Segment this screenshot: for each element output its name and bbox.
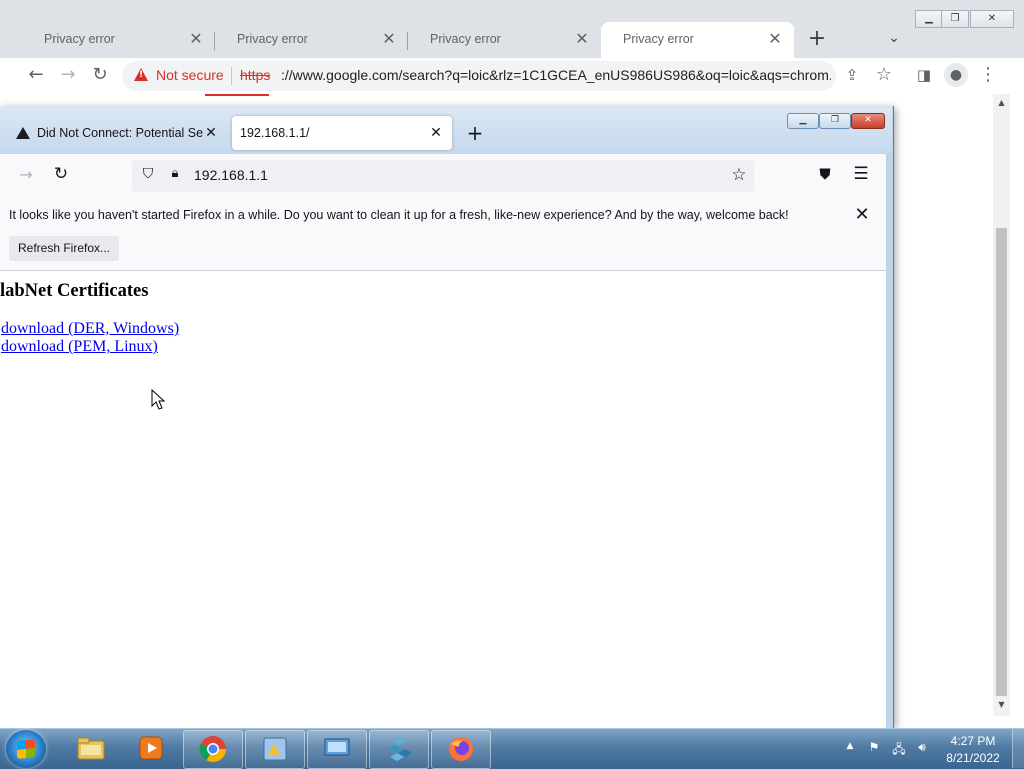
page-accent-line <box>205 94 269 96</box>
download-pem-link[interactable]: download (PEM, Linux) <box>1 338 158 356</box>
warning-icon[interactable] <box>134 68 148 81</box>
lock-icon[interactable]: 🔒︎ <box>166 166 184 184</box>
control-panel-icon <box>263 737 287 761</box>
chrome-tab-label: Privacy error <box>623 32 694 46</box>
warning-icon <box>16 127 30 139</box>
share-icon[interactable]: ⇪ <box>841 64 863 86</box>
new-tab-button[interactable]: + <box>806 28 828 50</box>
url-scheme: https <box>240 67 271 83</box>
scrollbar-thumb[interactable] <box>996 228 1007 696</box>
maximize-button[interactable]: ❐ <box>819 113 851 129</box>
chrome-tab-label: Privacy error <box>430 32 501 46</box>
omnibox-divider <box>231 67 232 85</box>
show-hidden-icons-icon[interactable]: ▲ <box>845 741 855 753</box>
action-center-flag-icon[interactable]: ⚑ <box>866 740 882 756</box>
kebab-menu-icon[interactable]: ⋮ <box>977 64 999 86</box>
chrome-tab[interactable]: Privacy error ✕ <box>408 22 601 58</box>
maximize-button[interactable]: ❐ <box>941 10 969 28</box>
clock-date[interactable]: 8/21/2022 <box>940 751 1006 765</box>
back-arrow-icon[interactable]: ← <box>25 64 47 86</box>
profile-icon[interactable]: ● <box>944 63 968 87</box>
refresh-firefox-button[interactable]: Refresh Firefox... <box>9 236 119 261</box>
shield-icon[interactable]: ⛉ <box>139 166 157 184</box>
chrome-tab-active[interactable]: Privacy error ✕ <box>601 22 794 58</box>
close-icon[interactable]: ✕ <box>380 30 398 48</box>
page-title: labNet Certificates <box>0 281 149 301</box>
side-panel-icon[interactable]: ◨ <box>913 64 935 86</box>
forward-arrow-icon[interactable]: → <box>57 64 79 86</box>
scroll-down-icon[interactable]: ▼ <box>996 700 1007 712</box>
show-desktop-button[interactable] <box>1012 729 1024 768</box>
firefox-tab-label[interactable]: 192.168.1.1/ <box>240 126 310 140</box>
taskbar-remote-desktop[interactable] <box>307 730 367 769</box>
notification-text: It looks like you haven't started Firefo… <box>9 208 789 222</box>
chrome-tab-label: Privacy error <box>237 32 308 46</box>
chrome-tab-label: Privacy error <box>44 32 115 46</box>
mouse-cursor-icon <box>151 389 166 410</box>
registry-icon <box>388 737 412 761</box>
chrome-icon <box>199 736 227 763</box>
close-icon[interactable]: ✕ <box>766 30 784 48</box>
scroll-up-icon[interactable]: ▲ <box>996 98 1007 110</box>
not-secure-label[interactable]: Not secure <box>156 67 224 83</box>
new-tab-button[interactable]: + <box>464 122 486 144</box>
media-player-icon <box>139 736 163 760</box>
taskbar-explorer[interactable] <box>62 730 120 767</box>
reload-icon[interactable]: ↻ <box>89 64 111 86</box>
star-icon[interactable]: ☆ <box>729 165 749 185</box>
chrome-tab[interactable]: Privacy error ✕ <box>215 22 408 58</box>
url-text[interactable]: ://www.google.com/search?q=loic&rlz=1C1G… <box>281 67 831 83</box>
chevron-down-icon[interactable]: ⌄ <box>884 30 904 50</box>
explorer-icon <box>77 737 105 760</box>
clock-time[interactable]: 4:27 PM <box>940 734 1006 748</box>
remote-desktop-icon <box>324 738 350 759</box>
close-icon[interactable]: ✕ <box>187 30 205 48</box>
pocket-icon[interactable]: ⛊ <box>815 165 835 185</box>
volume-icon[interactable]: 🔊︎ <box>914 740 930 756</box>
minimize-button[interactable]: ▁ <box>787 113 819 129</box>
hamburger-menu-icon[interactable]: ☰ <box>851 164 871 184</box>
close-window-button[interactable]: ✕ <box>970 10 1014 28</box>
url-text[interactable]: 192.168.1.1 <box>194 167 268 183</box>
close-icon[interactable]: ✕ <box>852 205 872 225</box>
taskbar-registry[interactable] <box>369 730 429 769</box>
forward-arrow-icon[interactable]: → <box>16 165 36 185</box>
taskbar-control-panel[interactable] <box>245 730 305 769</box>
start-button[interactable] <box>6 730 46 768</box>
reload-icon[interactable]: ↻ <box>51 164 71 184</box>
star-icon[interactable]: ☆ <box>873 64 895 86</box>
close-window-button[interactable]: ✕ <box>851 113 885 129</box>
download-der-link[interactable]: download (DER, Windows) <box>1 320 179 338</box>
taskbar-chrome[interactable] <box>183 730 243 769</box>
close-icon[interactable]: ✕ <box>573 30 591 48</box>
firefox-tab-label[interactable]: Did Not Connect: Potential Security Issu… <box>37 126 203 140</box>
network-icon[interactable]: 🖧︎ <box>891 740 907 756</box>
minimize-button[interactable]: ▁ <box>915 10 943 28</box>
firefox-icon <box>449 737 473 761</box>
taskbar-firefox[interactable] <box>431 730 491 769</box>
close-icon[interactable]: ✕ <box>204 125 218 141</box>
chrome-tab[interactable]: Privacy error ✕ <box>22 22 215 58</box>
taskbar-media-player[interactable] <box>122 730 180 767</box>
close-icon[interactable]: ✕ <box>429 125 443 141</box>
